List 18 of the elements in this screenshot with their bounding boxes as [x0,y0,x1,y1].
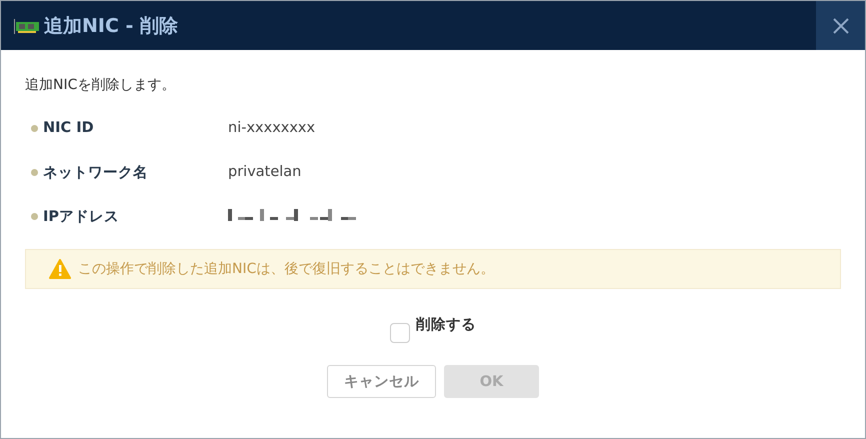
window-title: 追加NIC - 削除 [44,14,180,38]
detail-label: IPアドレス [43,208,120,226]
message-text: 追加NICを削除します。 [25,76,176,95]
detail-label: ネットワーク名 [43,164,149,182]
close-button[interactable] [816,1,865,50]
checkbox-label: 削除する [416,316,476,334]
network-card-icon [14,18,40,34]
close-icon [832,16,850,34]
confirm-checkbox[interactable] [390,323,410,343]
warning-text: この操作で削除した追加NICは、後で復旧することはできません。 [78,260,494,278]
warning-icon [49,259,71,279]
bullet-icon [31,168,38,176]
cancel-button[interactable]: キャンセル [327,365,436,398]
detail-value: ni-xxxxxxxx [228,120,316,136]
detail-value: privatelan [228,164,302,180]
detail-label: NIC ID [43,120,95,136]
bullet-icon [31,124,38,132]
bullet-icon [31,212,38,220]
